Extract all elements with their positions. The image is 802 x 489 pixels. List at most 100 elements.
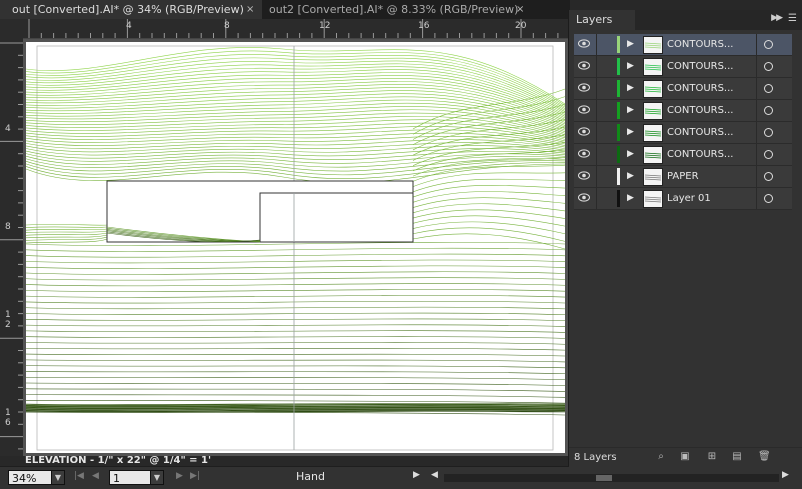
layer-row[interactable]: ▶ Layer 01 [574,188,792,210]
target-circle-icon[interactable] [764,62,773,71]
layer-row[interactable]: ▶ CONTOURS... [574,56,792,78]
close-icon[interactable]: × [516,0,524,19]
artboard[interactable] [23,39,568,456]
artboard-dropdown-icon[interactable]: ▼ [150,470,164,485]
tab-out-converted[interactable]: out [Converted].AI* @ 34% (RGB/Preview) … [0,0,262,19]
visibility-eye-icon[interactable] [578,83,590,92]
visibility-eye-icon[interactable] [578,61,590,70]
locate-object-icon[interactable]: ⌕ [655,451,667,463]
layer-name[interactable]: CONTOURS... [667,100,733,121]
expand-arrow-icon[interactable]: ▶ [627,193,634,203]
expand-arrow-icon[interactable]: ▶ [627,171,634,181]
scroll-right-icon[interactable]: ▶ [782,470,789,480]
lock-toggle[interactable] [596,122,597,143]
document-tab-bar: out [Converted].AI* @ 34% (RGB/Preview) … [0,0,570,19]
expand-arrow-icon[interactable]: ▶ [627,83,634,93]
next-artboard-icon[interactable]: ▶ [176,471,183,481]
layer-row[interactable]: ▶ CONTOURS... [574,100,792,122]
new-layer-icon[interactable]: ▤ [731,451,743,463]
layers-tab[interactable]: Layers [569,10,635,30]
layer-row[interactable]: ▶ CONTOURS... [574,144,792,166]
tab-out2-converted[interactable]: out2 [Converted].AI* @ 8.33% (RGB/Previe… [262,0,532,19]
zoom-field[interactable]: 34% [8,470,52,485]
layer-name[interactable]: CONTOURS... [667,144,733,165]
layer-row[interactable]: ▶ PAPER [574,166,792,188]
target-circle-icon[interactable] [764,106,773,115]
visibility-eye-icon[interactable] [578,127,590,136]
expand-arrow-icon[interactable]: ▶ [627,105,634,115]
visibility-eye-icon[interactable] [578,105,590,114]
layer-name[interactable]: CONTOURS... [667,78,733,99]
ruler-label: 1 6 [5,408,11,428]
layer-color-swatch [617,146,620,163]
target-circle-icon[interactable] [764,172,773,181]
zoom-dropdown-icon[interactable]: ▼ [51,470,65,485]
tab-label: out2 [Converted].AI* @ 8.33% (RGB/Previe… [269,3,519,16]
expand-arrow-icon[interactable]: ▶ [627,61,634,71]
layer-row[interactable]: ▶ CONTOURS... [574,78,792,100]
first-artboard-icon[interactable]: |◀ [74,471,84,481]
target-circle-icon[interactable] [764,40,773,49]
lock-toggle[interactable] [596,56,597,77]
layer-name[interactable]: Layer 01 [667,188,711,209]
target-circle-icon[interactable] [764,194,773,203]
close-icon[interactable]: × [246,0,254,19]
layer-color-swatch [617,80,620,97]
ruler-origin[interactable] [0,19,23,38]
layer-name[interactable]: CONTOURS... [667,34,733,55]
target-circle-icon[interactable] [764,150,773,159]
lock-toggle[interactable] [596,78,597,99]
collapse-panel-icon[interactable]: ▶▶ [771,13,783,23]
status-menu-icon[interactable]: ▶ [413,470,420,480]
layer-name[interactable]: CONTOURS... [667,122,733,143]
visibility-eye-icon[interactable] [578,171,590,180]
horizontal-scrollbar[interactable] [444,474,779,482]
panel-footer: 8 Layers ⌕ ▣ ⊞ ▤ 🗑 [569,447,802,467]
thumbnail-preview [644,86,662,93]
artboard-label: ELEVATION - 1/" x 22" @ 1/4" = 1' [25,455,212,466]
scrollbar-thumb[interactable] [596,475,612,481]
building-block-upper [259,192,414,243]
lock-toggle[interactable] [596,144,597,165]
thumbnail-preview [644,130,662,137]
delete-layer-icon[interactable]: 🗑 [758,451,771,463]
document-canvas[interactable] [23,39,568,456]
artboard-number-field[interactable]: 1 [109,470,151,485]
expand-arrow-icon[interactable]: ▶ [627,39,634,49]
target-circle-icon[interactable] [764,128,773,137]
visibility-eye-icon[interactable] [578,39,590,48]
layer-thumbnail [643,190,663,208]
thumbnail-preview [644,42,662,49]
layer-thumbnail [643,124,663,142]
target-circle-icon[interactable] [764,84,773,93]
layer-count: 8 Layers [574,452,617,463]
previous-artboard-icon[interactable]: ◀ [92,471,99,481]
layer-color-swatch [617,168,620,185]
layer-thumbnail [643,36,663,54]
last-artboard-icon[interactable]: ▶| [190,471,200,481]
scroll-left-icon[interactable]: ◀ [431,470,438,480]
horizontal-ruler[interactable]: 4 8 12 16 20 [23,19,568,39]
lock-toggle[interactable] [596,100,597,121]
layer-list: ▶ CONTOURS... ▶ CONTOURS... ▶ CONTOURS..… [574,34,796,210]
layers-panel: Layers ▶▶ ☰ ▶ CONTOURS... ▶ CONTOURS... [568,10,802,467]
expand-arrow-icon[interactable]: ▶ [627,149,634,159]
lock-toggle[interactable] [596,166,597,187]
new-sublayer-icon[interactable]: ⊞ [706,451,718,463]
clipping-mask-icon[interactable]: ▣ [679,451,691,463]
lock-toggle[interactable] [596,188,597,209]
visibility-eye-icon[interactable] [578,149,590,158]
layer-row[interactable]: ▶ CONTOURS... [574,122,792,144]
ruler-ticks [28,19,559,38]
layer-name[interactable]: PAPER [667,166,699,187]
thumbnail-preview [644,64,662,71]
expand-arrow-icon[interactable]: ▶ [627,127,634,137]
panel-menu-icon[interactable]: ☰ [788,13,797,24]
visibility-eye-icon[interactable] [578,193,590,202]
layer-color-swatch [617,102,620,119]
lock-toggle[interactable] [596,34,597,55]
vertical-ruler[interactable]: 4 8 1 2 1 6 [0,38,24,456]
layer-row[interactable]: ▶ CONTOURS... [574,34,792,56]
ruler-label: 4 [5,124,11,134]
layer-name[interactable]: CONTOURS... [667,56,733,77]
